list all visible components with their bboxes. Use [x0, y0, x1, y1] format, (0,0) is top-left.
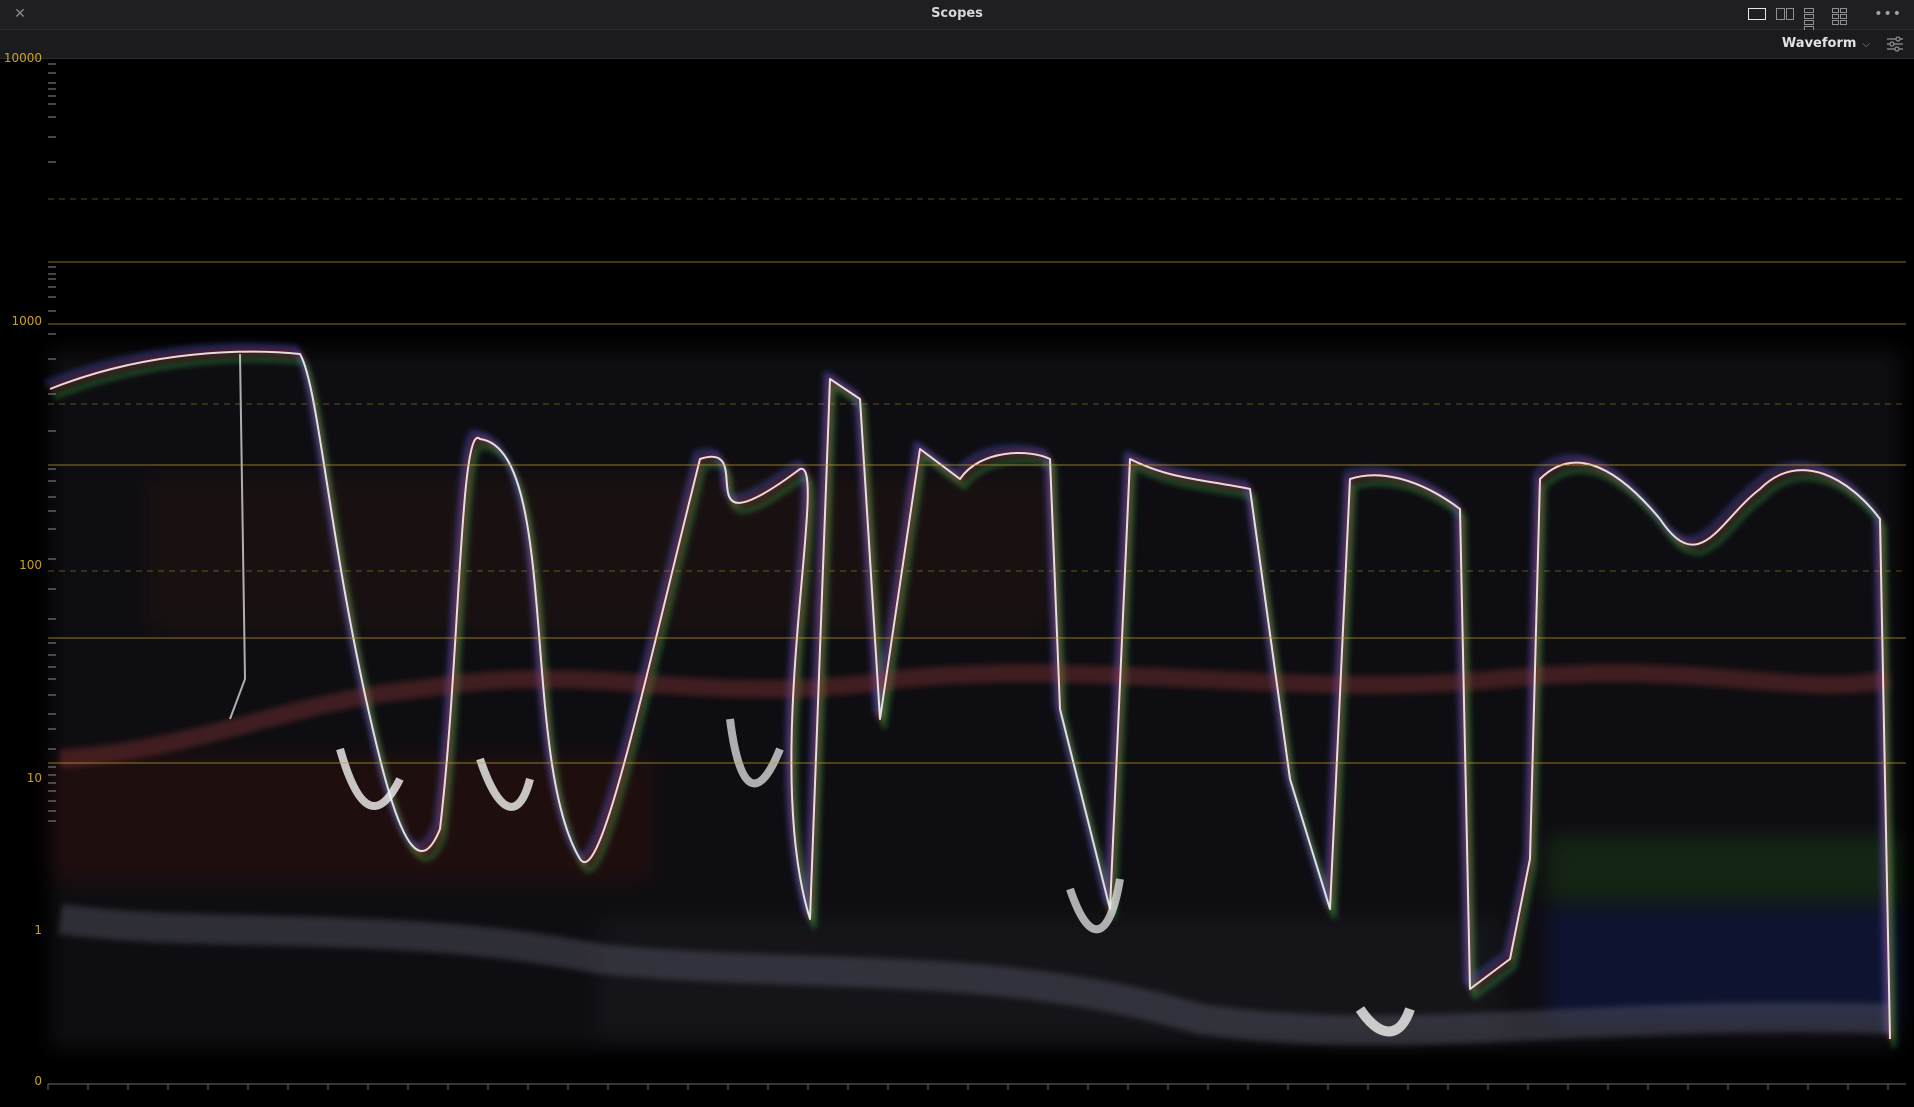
chevron-down-icon: ⌵ [1862, 39, 1870, 50]
settings-sliders-icon[interactable] [1886, 36, 1904, 52]
waveform-plot [45, 63, 1906, 1090]
window-title: Scopes [931, 6, 983, 21]
single-layout-icon[interactable] [1748, 8, 1766, 20]
dual-layout-icon[interactable] [1776, 8, 1794, 20]
quad-layout-icon[interactable] [1804, 8, 1822, 31]
scope-toolbar: Waveform ⌵ [0, 30, 1914, 59]
scope-mode-dropdown[interactable]: Waveform ⌵ [1782, 36, 1870, 51]
scope-mode-label: Waveform [1781, 36, 1857, 51]
more-options-icon[interactable]: ••• [1874, 6, 1902, 22]
six-layout-icon[interactable] [1832, 8, 1850, 25]
layout-switcher [1748, 8, 1850, 31]
close-icon[interactable]: ✕ [12, 5, 28, 23]
waveform-scope[interactable]: 10000 1000 100 10 1 0 [0, 51, 1914, 1107]
title-bar: ✕ Scopes ••• [0, 0, 1914, 31]
